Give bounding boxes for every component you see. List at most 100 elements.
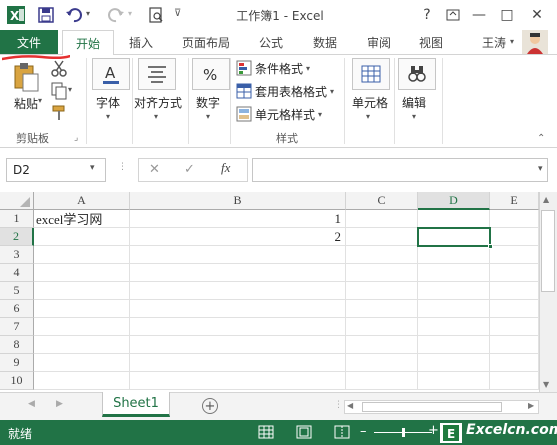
grid-cell[interactable] — [346, 264, 418, 282]
grid-cell[interactable] — [34, 264, 130, 282]
active-cell-d2[interactable] — [417, 227, 491, 247]
row-header-1[interactable]: 1 — [0, 210, 34, 228]
insert-function-icon[interactable]: fx — [221, 160, 230, 176]
collapse-ribbon-icon[interactable]: ⌃ — [537, 133, 545, 144]
user-name[interactable]: 王涛 — [476, 30, 512, 54]
grid-cell[interactable] — [130, 246, 346, 264]
number-group-label[interactable]: 数字 — [196, 94, 220, 111]
close-button[interactable]: ✕ — [524, 3, 550, 27]
grid-cell[interactable] — [418, 372, 490, 390]
column-header-e[interactable]: E — [490, 192, 539, 210]
grid-cell[interactable] — [418, 246, 490, 264]
grid-cell[interactable] — [490, 372, 539, 390]
grid-cell[interactable] — [418, 282, 490, 300]
row-header-4[interactable]: 4 — [0, 264, 34, 282]
paste-label[interactable]: 粘贴 — [14, 95, 38, 112]
zoom-in-icon[interactable]: + — [428, 423, 439, 438]
grid-cell[interactable] — [34, 318, 130, 336]
scroll-left-icon[interactable]: ◀ — [347, 401, 353, 410]
grid-cell[interactable] — [346, 246, 418, 264]
format-as-table-button[interactable]: 套用表格格式 ▾ — [236, 81, 334, 101]
column-header-b[interactable]: B — [130, 192, 346, 210]
grid-cell[interactable] — [346, 354, 418, 372]
number-format-icon[interactable]: % — [192, 58, 230, 90]
column-header-d[interactable]: D — [418, 192, 490, 210]
redo-dropdown-icon[interactable]: ▾ — [128, 9, 132, 18]
enter-icon[interactable]: ✓ — [184, 162, 195, 177]
font-dropdown-icon[interactable]: ▾ — [106, 112, 110, 121]
cell-a1[interactable]: excel学习网 — [34, 210, 130, 228]
grid-cell[interactable] — [34, 354, 130, 372]
grid-cell[interactable] — [490, 336, 539, 354]
grid-cell[interactable] — [490, 210, 539, 228]
prev-sheet-icon[interactable]: ◀ — [28, 399, 35, 409]
conditional-format-button[interactable]: 条件格式 ▾ — [236, 58, 310, 78]
grid-cell[interactable] — [418, 318, 490, 336]
grid-cell[interactable] — [418, 264, 490, 282]
tab-view[interactable]: 视图 — [408, 30, 454, 54]
editing-group-label[interactable]: 编辑 — [402, 94, 426, 111]
fill-handle[interactable] — [488, 244, 493, 249]
tab-formulas[interactable]: 公式 — [248, 30, 294, 54]
row-header-5[interactable]: 5 — [0, 282, 34, 300]
customize-qat-icon[interactable]: ⊽ — [174, 8, 181, 19]
name-box-chevron-down-icon[interactable]: ▾ — [90, 163, 95, 173]
cell-styles-button[interactable]: 单元格样式 ▾ — [236, 104, 322, 124]
grid-cell[interactable] — [346, 372, 418, 390]
tab-review[interactable]: 审阅 — [356, 30, 402, 54]
grid-cell[interactable] — [346, 336, 418, 354]
alignment-icon[interactable] — [138, 58, 176, 90]
grid-cell[interactable] — [418, 210, 490, 228]
grid-cell[interactable] — [418, 336, 490, 354]
grid-cell[interactable] — [490, 228, 539, 246]
cell-b1[interactable]: 1 — [130, 210, 346, 228]
undo-icon[interactable] — [64, 5, 84, 25]
grid-cell[interactable] — [346, 228, 418, 246]
tab-file[interactable]: 文件 — [0, 30, 58, 54]
alignment-dropdown-icon[interactable]: ▾ — [154, 112, 158, 121]
cells-icon[interactable] — [352, 58, 390, 90]
user-menu-chevron-icon[interactable]: ▾ — [510, 37, 514, 46]
minimize-button[interactable]: — — [466, 3, 492, 27]
copy-dropdown-icon[interactable]: ▾ — [68, 85, 72, 94]
add-sheet-button[interactable]: + — [202, 398, 218, 414]
grid-cell[interactable] — [346, 300, 418, 318]
grid-cell[interactable] — [418, 300, 490, 318]
cells-group-label[interactable]: 单元格 — [352, 94, 388, 111]
paste-dropdown-icon[interactable]: ▾ — [38, 96, 42, 105]
grid-cell[interactable] — [34, 336, 130, 354]
grid-cell[interactable] — [34, 282, 130, 300]
row-header-7[interactable]: 7 — [0, 318, 34, 336]
grid-cell[interactable] — [490, 264, 539, 282]
alignment-group-label[interactable]: 对齐方式 — [134, 94, 182, 111]
tab-split-grip-icon[interactable]: ⋮ — [334, 400, 343, 410]
horizontal-scroll-thumb[interactable] — [362, 402, 502, 412]
scroll-up-icon[interactable]: ▲ — [543, 195, 549, 204]
grid-cell[interactable] — [346, 210, 418, 228]
tab-insert[interactable]: 插入 — [118, 30, 164, 54]
grid-cell[interactable] — [130, 282, 346, 300]
page-break-view-icon[interactable] — [334, 425, 350, 442]
expand-formula-bar-icon[interactable]: ▾ — [538, 164, 543, 174]
grid-cell[interactable] — [418, 354, 490, 372]
normal-view-icon[interactable] — [258, 425, 274, 442]
vertical-scroll-thumb[interactable] — [541, 210, 555, 292]
help-button[interactable]: ? — [414, 3, 440, 27]
grid-cell[interactable] — [34, 300, 130, 318]
editing-dropdown-icon[interactable]: ▾ — [412, 112, 416, 121]
grid-cell[interactable] — [130, 300, 346, 318]
cut-icon[interactable] — [50, 60, 68, 81]
ribbon-display-options-icon[interactable] — [440, 3, 466, 27]
paste-icon[interactable] — [12, 62, 40, 92]
font-icon[interactable]: A — [92, 58, 130, 90]
select-all-button[interactable] — [0, 192, 34, 210]
grid-cell[interactable] — [34, 228, 130, 246]
grid-cell[interactable] — [130, 318, 346, 336]
clipboard-launcher-icon[interactable]: ⌟ — [74, 133, 78, 143]
sheet-tab-sheet1[interactable]: Sheet1 — [102, 392, 170, 417]
scroll-right-icon[interactable]: ▶ — [528, 401, 534, 410]
cells-dropdown-icon[interactable]: ▾ — [366, 112, 370, 121]
avatar[interactable] — [522, 30, 548, 54]
maximize-button[interactable]: □ — [494, 3, 520, 27]
tab-home[interactable]: 开始 — [62, 30, 114, 55]
